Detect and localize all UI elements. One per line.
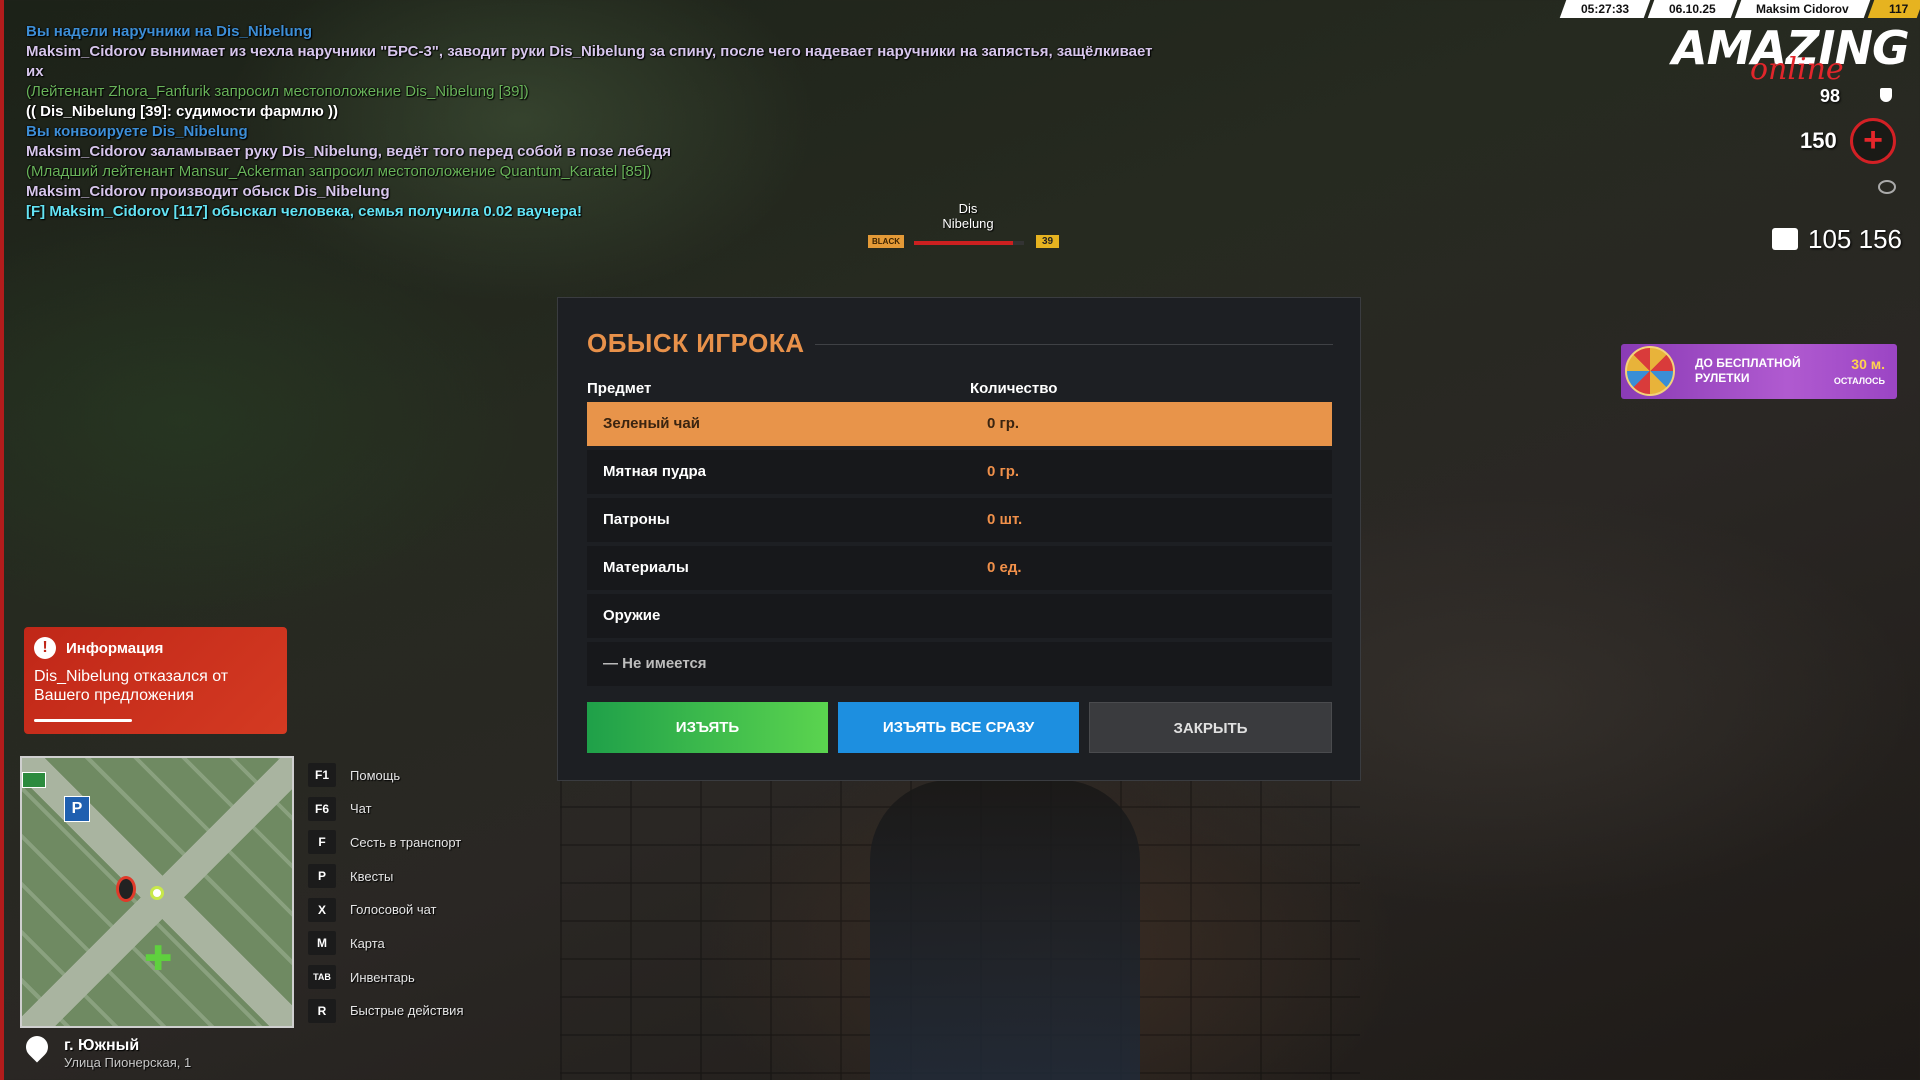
chat-line: Вы надели наручники на Dis_Nibelung [26,23,313,40]
location-street: Улица Пионерская, 1 [64,1055,192,1070]
player-marker-icon [116,876,136,902]
chat-line: Maksim_Cidorov заламывает руку Dis_Nibel… [26,143,671,160]
hospital-icon: ✚ [144,940,173,978]
weapons-empty-row: — Не имеется [587,642,1332,686]
chat-line: Вы конвоируете Dis_Nibelung [26,123,248,140]
item-row[interactable]: Патроны 0 шт. [587,498,1332,542]
chat-line: (( Dis_Nibelung [39]: судимости фармлю )… [26,103,339,120]
hotkey-list: F1 Помощь F6 Чат F Сесть в транспорт P Квест… [308,763,463,1033]
health-cross-icon: + [1850,118,1896,164]
hotkey-item: TAB Инвентарь [308,965,463,990]
roulette-banner[interactable]: ДО БЕСПЛАТНОЙ РУЛЕТКИ 30 м. ОСТАЛОСЬ [1621,344,1897,399]
health-value: 150 [1800,128,1837,153]
target-nameplate: Dis Nibelung [868,201,1068,231]
dialog-title: ОБЫСК ИГРОКА [587,328,805,358]
item-list: Зеленый чай 0 гр. Мятная пудра 0 гр. Патро… [587,402,1332,690]
confiscate-all-button[interactable]: ИЗЪЯТЬ ВСЕ СРАЗУ [838,702,1079,753]
nameplate-status: BLACK 39 [868,235,1068,249]
hotkey-item: F6 Чат [308,796,463,821]
info-timer-bar [34,719,132,722]
hotkey-item: F1 Помощь [308,763,463,787]
location-city: г. Южный [64,1037,140,1054]
chat-line: Maksim_Cidorov производит обыск Dis_Nibe… [26,183,390,200]
nameplate-health-bar [914,241,1024,245]
confiscate-button[interactable]: ИЗЪЯТЬ [587,702,828,753]
link-icon [1878,180,1896,194]
location-pin-icon [21,1031,53,1063]
money-value: 105 156 [1808,224,1902,254]
item-row-selected[interactable]: Зеленый чай 0 гр. [587,402,1332,446]
minimap[interactable]: P ✚ [20,756,294,1028]
column-header-quantity: Количество [970,380,1058,397]
roulette-time: 30 м. [1851,356,1885,372]
roulette-left-label: ОСТАЛОСЬ [1833,376,1885,386]
info-text: Dis_Nibelung отказался от Вашего предлож… [34,668,229,704]
hotkey-item: R Быстрые действия [308,998,463,1023]
parking-icon: P [64,796,90,822]
hotkey-item: P Квесты [308,864,463,889]
title-divider [815,344,1333,345]
item-row[interactable]: Мятная пудра 0 гр. [587,450,1332,494]
player-character [870,780,1140,1080]
date: 06.10.25 [1647,0,1738,18]
nameplate-tag: BLACK [868,235,904,248]
roulette-wheel-icon [1625,346,1675,396]
info-notification: ! Информация Dis_Nibelung отказался от В… [24,627,287,734]
wallet-icon [1772,228,1798,250]
card-icon [22,772,46,788]
column-header-item: Предмет [587,380,652,397]
nameplate-level: 39 [1036,235,1060,248]
hotkey-item: X Голосовой чат [308,897,463,922]
player-name: Maksim Cidorov [1734,0,1870,18]
search-player-dialog: ОБЫСК ИГРОКА Предмет Количество Зеленый … [557,297,1361,781]
chat-line: Maksim_Cidorov вынимает из чехла наручни… [26,43,1153,80]
chat-log: Вы надели наручники на Dis_Nibelung Maks… [26,22,1166,222]
nameplate-first: Dis [958,201,978,216]
hotkey-item: M Карта [308,931,463,956]
roulette-title: ДО БЕСПЛАТНОЙ РУЛЕТКИ [1695,356,1801,385]
game-logo: AMAZING online [1672,21,1910,87]
item-row[interactable]: Материалы 0 ед. [587,546,1332,590]
chat-line: (Младший лейтенант Mansur_Ackerman запро… [26,163,652,180]
shield-icon [1880,88,1892,102]
clock: 05:27:33 [1559,0,1651,18]
nameplate-last: Nibelung [942,216,994,231]
top-status-bar: 05:27:33 06.10.25 Maksim Cidorov 117 [1559,0,1920,18]
info-title: Информация [66,640,164,657]
armor-value: 98 [1820,86,1841,106]
exclamation-icon: ! [34,637,56,659]
weapons-section-header: Оружие [587,594,1332,638]
screen-edge [0,0,4,1080]
player-level: 117 [1867,0,1920,18]
waypoint-icon [150,886,164,900]
nameplate-health-fill [914,241,1013,245]
close-button[interactable]: ЗАКРЫТЬ [1089,702,1332,753]
hotkey-item: F Сесть в транспорт [308,830,463,855]
chat-line: (Лейтенант Zhora_Fanfurik запросил место… [26,83,529,100]
